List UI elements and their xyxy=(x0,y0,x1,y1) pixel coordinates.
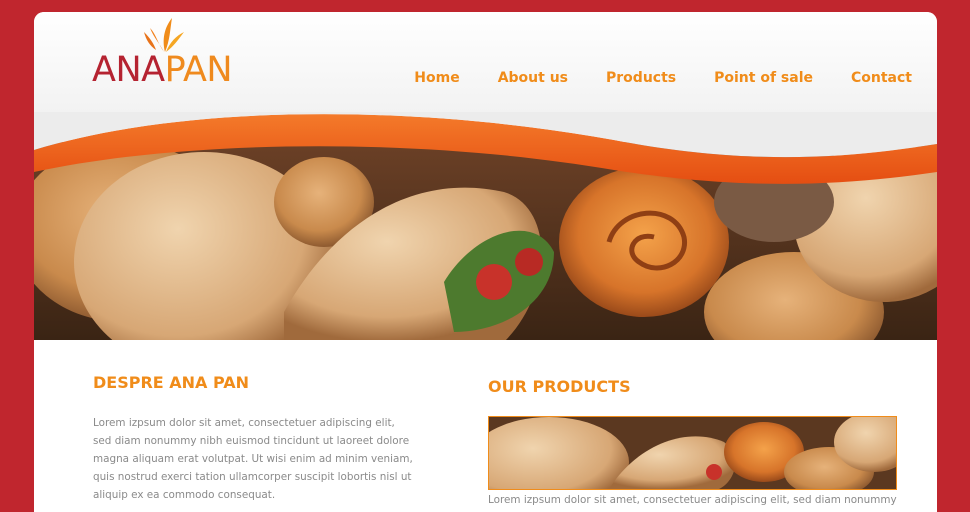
main-nav: Home About us Products Point of sale Con… xyxy=(414,70,912,86)
products-image[interactable] xyxy=(488,416,897,490)
logo-text-ana: ANA xyxy=(92,50,165,90)
nav-point-of-sale[interactable]: Point of sale xyxy=(714,70,813,86)
about-text: Lorem izpsum dolor sit amet, consectetue… xyxy=(93,417,413,501)
products-photo xyxy=(489,417,896,489)
products-text: Lorem izpsum dolor sit amet, consectetue… xyxy=(488,494,897,506)
hero-banner xyxy=(34,112,937,340)
nav-home[interactable]: Home xyxy=(414,70,459,86)
content-section: DESPRE ANA PAN Lorem izpsum dolor sit am… xyxy=(34,340,937,512)
logo-text-pan: PAN xyxy=(164,50,233,90)
logo[interactable]: ANAPAN xyxy=(92,14,233,94)
logo-wordmark: ANAPAN xyxy=(92,50,233,90)
nav-products[interactable]: Products xyxy=(606,70,676,86)
page-container: ANAPAN Home About us Products Point of s… xyxy=(34,12,937,512)
nav-about-us[interactable]: About us xyxy=(498,70,568,86)
nav-contact[interactable]: Contact xyxy=(851,70,912,86)
products-title: OUR PRODUCTS xyxy=(488,377,631,396)
about-title: DESPRE ANA PAN xyxy=(93,373,250,392)
